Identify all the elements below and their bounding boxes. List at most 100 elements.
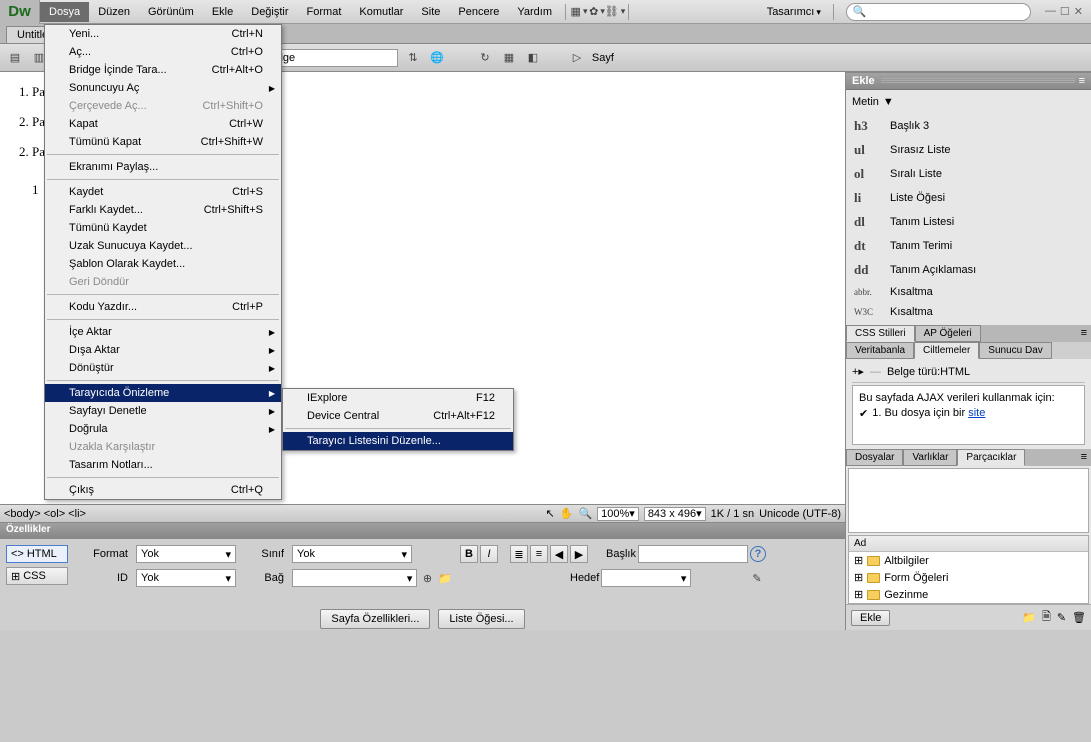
- menu-site[interactable]: Site: [412, 2, 449, 22]
- insert-snippet-button[interactable]: Ekle: [851, 610, 890, 626]
- delete-snippet-icon[interactable]: 🗑: [1072, 611, 1086, 624]
- point-to-file-icon[interactable]: ⊕: [420, 569, 434, 587]
- minimize-icon[interactable]: —: [1045, 5, 1056, 18]
- menubar[interactable]: DosyaDüzenGörünümEkleDeğiştirFormatKomut…: [40, 2, 561, 22]
- menu-item[interactable]: Dışa Aktar▶: [45, 341, 281, 359]
- tab-databases[interactable]: Veritabanla: [846, 342, 914, 359]
- menu-item[interactable]: Şablon Olarak Kaydet...: [45, 255, 281, 273]
- italic-button[interactable]: I: [480, 545, 498, 563]
- zoom-combo[interactable]: 100% ▾: [597, 507, 639, 521]
- menu-item[interactable]: Farklı Kaydet...Ctrl+Shift+S: [45, 201, 281, 219]
- tab-files[interactable]: Dosyalar: [846, 449, 903, 466]
- edit-snippet-icon[interactable]: ✎: [1057, 611, 1066, 624]
- menu-item[interactable]: ÇıkışCtrl+Q: [45, 481, 281, 499]
- tab-assets[interactable]: Varlıklar: [903, 449, 957, 466]
- menu-komutlar[interactable]: Komutlar: [350, 2, 412, 22]
- site-link[interactable]: site: [968, 407, 985, 419]
- layout-icon[interactable]: ▦: [570, 3, 588, 21]
- window-size-combo[interactable]: 843 x 496 ▾: [644, 507, 706, 521]
- close-icon[interactable]: ✕: [1074, 5, 1083, 18]
- insert-item[interactable]: olSıralı Liste: [852, 162, 1085, 186]
- insert-item[interactable]: ddTanım Açıklaması: [852, 258, 1085, 282]
- tab-ap-elements[interactable]: AP Öğeleri: [915, 325, 981, 342]
- target-select[interactable]: ▾: [601, 569, 691, 587]
- ul-button[interactable]: ≣: [510, 545, 528, 563]
- menu-item[interactable]: Sonuncuyu Aç▶: [45, 79, 281, 97]
- properties-header[interactable]: Özellikler: [0, 523, 845, 539]
- code-view-icon[interactable]: ▤: [6, 49, 24, 67]
- menu-pencere[interactable]: Pencere: [449, 2, 508, 22]
- restore-icon[interactable]: ☐: [1060, 5, 1070, 18]
- insert-item[interactable]: h3Başlık 3: [852, 114, 1085, 138]
- new-snippet-icon[interactable]: 🗎: [1042, 608, 1051, 627]
- menu-değiştir[interactable]: Değiştir: [242, 2, 297, 22]
- title-field-input[interactable]: [638, 545, 748, 563]
- select-tool-icon[interactable]: ↖: [546, 507, 555, 520]
- link-select[interactable]: ▾: [292, 569, 417, 587]
- list-item-button[interactable]: Liste Öğesi...: [438, 609, 524, 629]
- preview-icon[interactable]: 🌐: [428, 49, 446, 67]
- zoom-tool-icon[interactable]: 🔍: [578, 507, 592, 520]
- insert-item[interactable]: dtTanım Terimi: [852, 234, 1085, 258]
- menu-item[interactable]: Device CentralCtrl+Alt+F12: [283, 407, 513, 425]
- menu-item[interactable]: Aç...Ctrl+O: [45, 43, 281, 61]
- ol-button[interactable]: ≡: [530, 545, 548, 563]
- bold-button[interactable]: B: [460, 545, 478, 563]
- tab-snippets[interactable]: Parçacıklar: [957, 449, 1025, 466]
- check-icon[interactable]: ▷: [568, 49, 586, 67]
- add-binding-icon[interactable]: +▸: [852, 365, 864, 378]
- menu-item[interactable]: Tasarım Notları...: [45, 456, 281, 474]
- tab-bindings[interactable]: Ciltlemeler: [914, 342, 979, 359]
- id-select[interactable]: Yok▾: [136, 569, 236, 587]
- column-header-name[interactable]: Ad: [849, 536, 1088, 552]
- menu-item[interactable]: Sayfayı Denetle▶: [45, 402, 281, 420]
- insert-item[interactable]: abbr.Kısaltma: [852, 282, 1085, 302]
- class-select[interactable]: Yok▾: [292, 545, 412, 563]
- workspace-switcher[interactable]: Tasarımcı: [767, 6, 821, 18]
- menu-ekle[interactable]: Ekle: [203, 2, 242, 22]
- menu-item[interactable]: Bridge İçinde Tara...Ctrl+Alt+O: [45, 61, 281, 79]
- site-icon[interactable]: ⛓: [606, 3, 624, 21]
- menu-item[interactable]: Doğrula▶: [45, 420, 281, 438]
- menu-item[interactable]: İçe Aktar▶: [45, 323, 281, 341]
- menu-item[interactable]: Tarayıcıda Önizleme▶: [45, 384, 281, 402]
- file-menu[interactable]: Yeni...Ctrl+NAç...Ctrl+OBridge İçinde Ta…: [44, 24, 282, 500]
- menu-item[interactable]: Tümünü KapatCtrl+Shift+W: [45, 133, 281, 151]
- refresh-icon[interactable]: ↻: [476, 49, 494, 67]
- insert-panel-header[interactable]: Ekle≡: [846, 72, 1091, 90]
- new-folder-icon[interactable]: 📁: [1022, 611, 1036, 624]
- format-select[interactable]: Yok▾: [136, 545, 236, 563]
- file-mgmt-icon[interactable]: ⇅: [404, 49, 422, 67]
- snippet-folder[interactable]: ⊞Form Öğeleri: [849, 569, 1088, 586]
- search-input[interactable]: 🔍: [846, 3, 1031, 21]
- preview-submenu[interactable]: IExploreF12Device CentralCtrl+Alt+F12Tar…: [282, 388, 514, 451]
- indent-button[interactable]: ▶: [570, 545, 588, 563]
- insert-item[interactable]: dlTanım Listesi: [852, 210, 1085, 234]
- menu-item[interactable]: KaydetCtrl+S: [45, 183, 281, 201]
- menu-item[interactable]: Tümünü Kaydet: [45, 219, 281, 237]
- menu-item[interactable]: Uzak Sunucuya Kaydet...: [45, 237, 281, 255]
- tab-server-behav[interactable]: Sunucu Dav: [979, 342, 1051, 359]
- menu-düzen[interactable]: Düzen: [89, 2, 139, 22]
- quick-edit-icon[interactable]: ✎: [748, 569, 766, 587]
- right-toolbar-label[interactable]: Sayf: [592, 52, 614, 64]
- menu-görünüm[interactable]: Görünüm: [139, 2, 203, 22]
- insert-item[interactable]: liListe Öğesi: [852, 186, 1085, 210]
- menu-item[interactable]: KapatCtrl+W: [45, 115, 281, 133]
- outdent-button[interactable]: ◀: [550, 545, 568, 563]
- menu-item[interactable]: Ekranımı Paylaş...: [45, 158, 281, 176]
- menu-item[interactable]: Dönüştür▶: [45, 359, 281, 377]
- insert-item[interactable]: ulSırasız Liste: [852, 138, 1085, 162]
- hand-tool-icon[interactable]: ✋: [560, 507, 574, 520]
- snippet-folder[interactable]: ⊞Gezinme: [849, 586, 1088, 603]
- menu-dosya[interactable]: Dosya: [40, 2, 89, 22]
- menu-item[interactable]: Yeni...Ctrl+N: [45, 25, 281, 43]
- remove-binding-icon[interactable]: —: [870, 366, 881, 378]
- insert-category[interactable]: Metin ▼: [852, 96, 1085, 108]
- browse-folder-icon[interactable]: 📁: [438, 569, 452, 587]
- menu-item[interactable]: Kodu Yazdır...Ctrl+P: [45, 298, 281, 316]
- tag-selector[interactable]: <body> <ol> <li>: [4, 508, 86, 520]
- snippet-folder[interactable]: ⊞Altbilgiler: [849, 552, 1088, 569]
- css-props-button[interactable]: ⊞ CSS: [6, 567, 68, 585]
- help-icon[interactable]: ?: [750, 546, 766, 562]
